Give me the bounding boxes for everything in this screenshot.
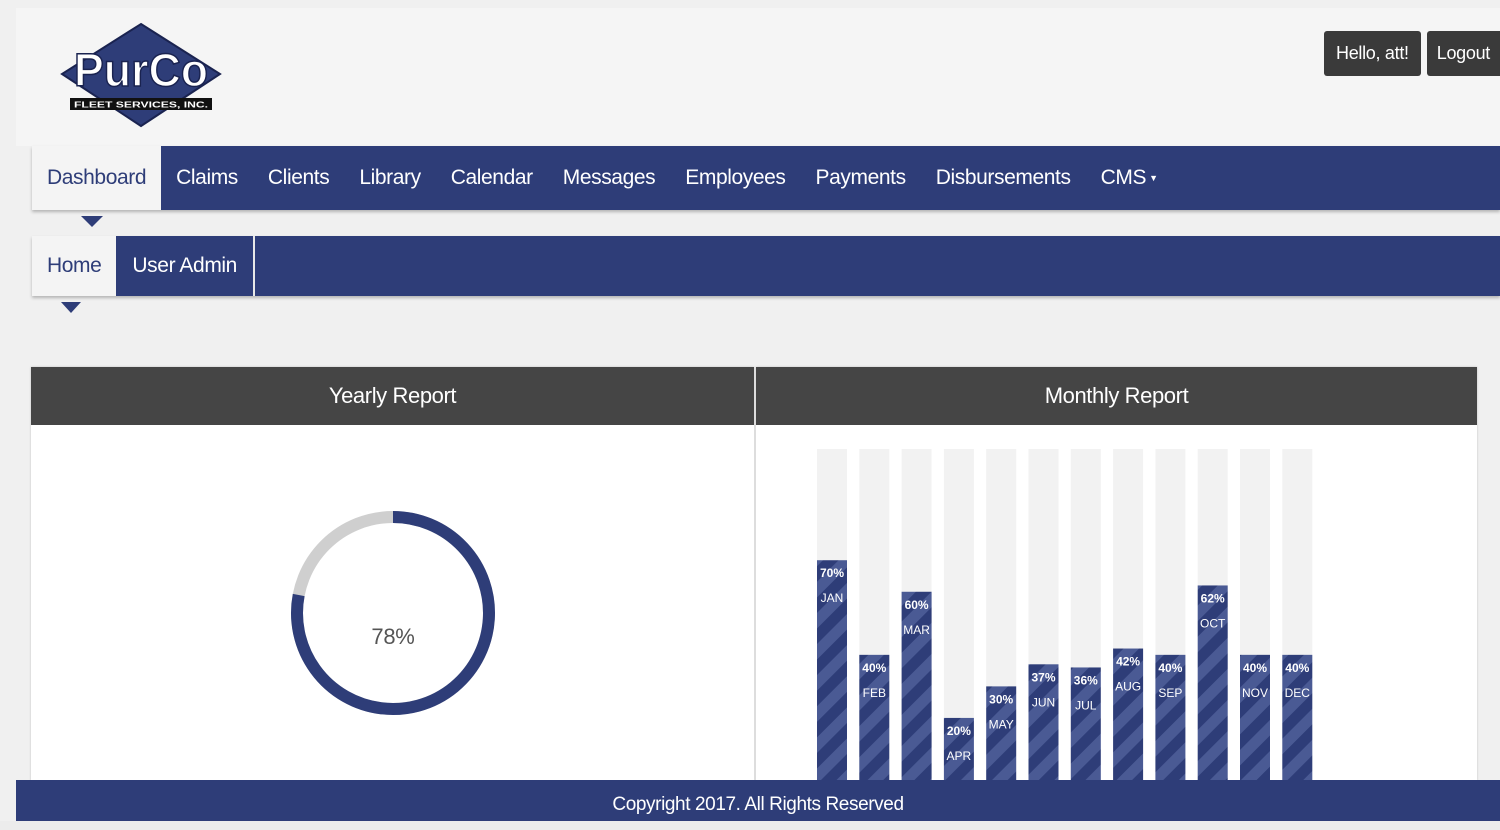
nav-item-label: Library [359,166,421,189]
bar-value-label: 37% [1031,670,1055,684]
copyright-text: Copyright 2017. All Rights Reserved [612,794,904,815]
nav-item-label: Clients [267,166,330,189]
bar-category-label: AUG [1115,680,1141,694]
yearly-report-panel: Yearly Report 78% [31,367,754,781]
nav-item-library[interactable]: Library [344,146,435,210]
bar-value-label: 70% [820,566,844,580]
bar-value-label: 40% [1243,661,1267,675]
nav-item-label: Messages [562,166,656,189]
footer: Copyright 2017. All Rights Reserved [16,780,1500,821]
bar-category-label: MAR [903,623,930,637]
logout-button[interactable]: Logout [1426,31,1500,76]
nav-item-label: Calendar [450,166,533,189]
nav-item-messages[interactable]: Messages [548,146,671,210]
bar-value-label: 36% [1074,673,1098,687]
nav-item-cms[interactable]: CMS ▼ [1086,146,1173,210]
bar-value-label: 60% [905,598,929,612]
nav-item-label: CMS [1100,166,1147,189]
active-tab-pointer [81,216,103,227]
main-nav: Dashboard Claims Clients Library Calendar Mes… [32,146,1500,210]
nav-item-label: Disbursements [935,166,1071,189]
bar-category-label: JUL [1075,698,1097,712]
nav-item-clients[interactable]: Clients [253,146,344,210]
nav-item-calendar[interactable]: Calendar [436,146,548,210]
yearly-report-title: Yearly Report [31,367,754,425]
bar-category-label: JAN [821,591,844,605]
bar-value-label: 40% [862,661,886,675]
greeting-button[interactable]: Hello, att! [1324,31,1421,76]
yearly-percent-label: 78% [371,624,415,649]
nav-item-payments[interactable]: Payments [801,146,921,210]
bar-category-label: NOV [1242,686,1268,700]
nav-item-label: Dashboard [47,166,147,189]
subnav-item-user-admin[interactable]: User Admin [116,236,253,296]
nav-item-dashboard[interactable]: Dashboard [32,146,162,210]
nav-item-disbursements[interactable]: Disbursements [921,146,1086,210]
bar-value-label: 40% [1158,661,1182,675]
logo-text: PurCo [74,44,208,96]
page: Hello, att! Logout PurCo FLEET SERVICES,… [0,0,1500,821]
bar-mar[interactable] [901,591,932,781]
nav-item-employees[interactable]: Employees [670,146,800,210]
monthly-report-title: Monthly Report [756,367,1477,425]
bar-oct[interactable] [1197,585,1228,781]
bar-category-label: MAY [989,717,1014,731]
logo-subtext: FLEET SERVICES, INC. [74,101,208,110]
monthly-bar-chart: 70% JAN 40% FEB 60% MAR 20% APR 30% MAY 37% JUN 36% J… [756,425,1477,781]
active-subtab-pointer [61,302,81,313]
monthly-report-panel: Monthly Report 70% JAN 40% FEB 60% MAR 20% APR 3… [756,367,1477,781]
bar-value-label: 30% [989,692,1013,706]
nav-item-claims[interactable]: Claims [161,146,253,210]
header: Hello, att! Logout [16,8,1500,146]
nav-item-label: Payments [815,166,907,189]
bar-value-label: 40% [1285,661,1309,675]
nav-item-label: Claims [176,166,238,189]
bar-category-label: APR [947,749,972,763]
bar-value-label: 62% [1201,591,1225,605]
subnav-item-home[interactable]: Home [32,236,117,296]
bar-category-label: JUN [1032,695,1055,709]
purco-logo[interactable]: PurCo FLEET SERVICES, INC. [58,20,224,130]
bar-value-label: 42% [1116,655,1140,669]
bar-value-label: 20% [947,724,971,738]
bar-category-label: OCT [1200,616,1226,630]
nav-item-label: Employees [685,166,786,189]
logo-graphic: PurCo FLEET SERVICES, INC. [60,22,222,128]
yearly-donut-chart: 78% [284,504,502,781]
sub-nav: Home User Admin [32,236,1500,296]
bar-category-label: FEB [863,686,886,700]
bar-chart-svg: 70% JAN 40% FEB 60% MAR 20% APR 30% MAY 37% JUN 36% J… [817,449,1313,781]
bar-category-label: DEC [1285,686,1311,700]
user-menu: Hello, att! Logout [1324,31,1500,76]
caret-down-icon: ▼ [1149,173,1158,184]
bar-category-label: SEP [1158,686,1182,700]
subnav-divider [252,236,255,296]
